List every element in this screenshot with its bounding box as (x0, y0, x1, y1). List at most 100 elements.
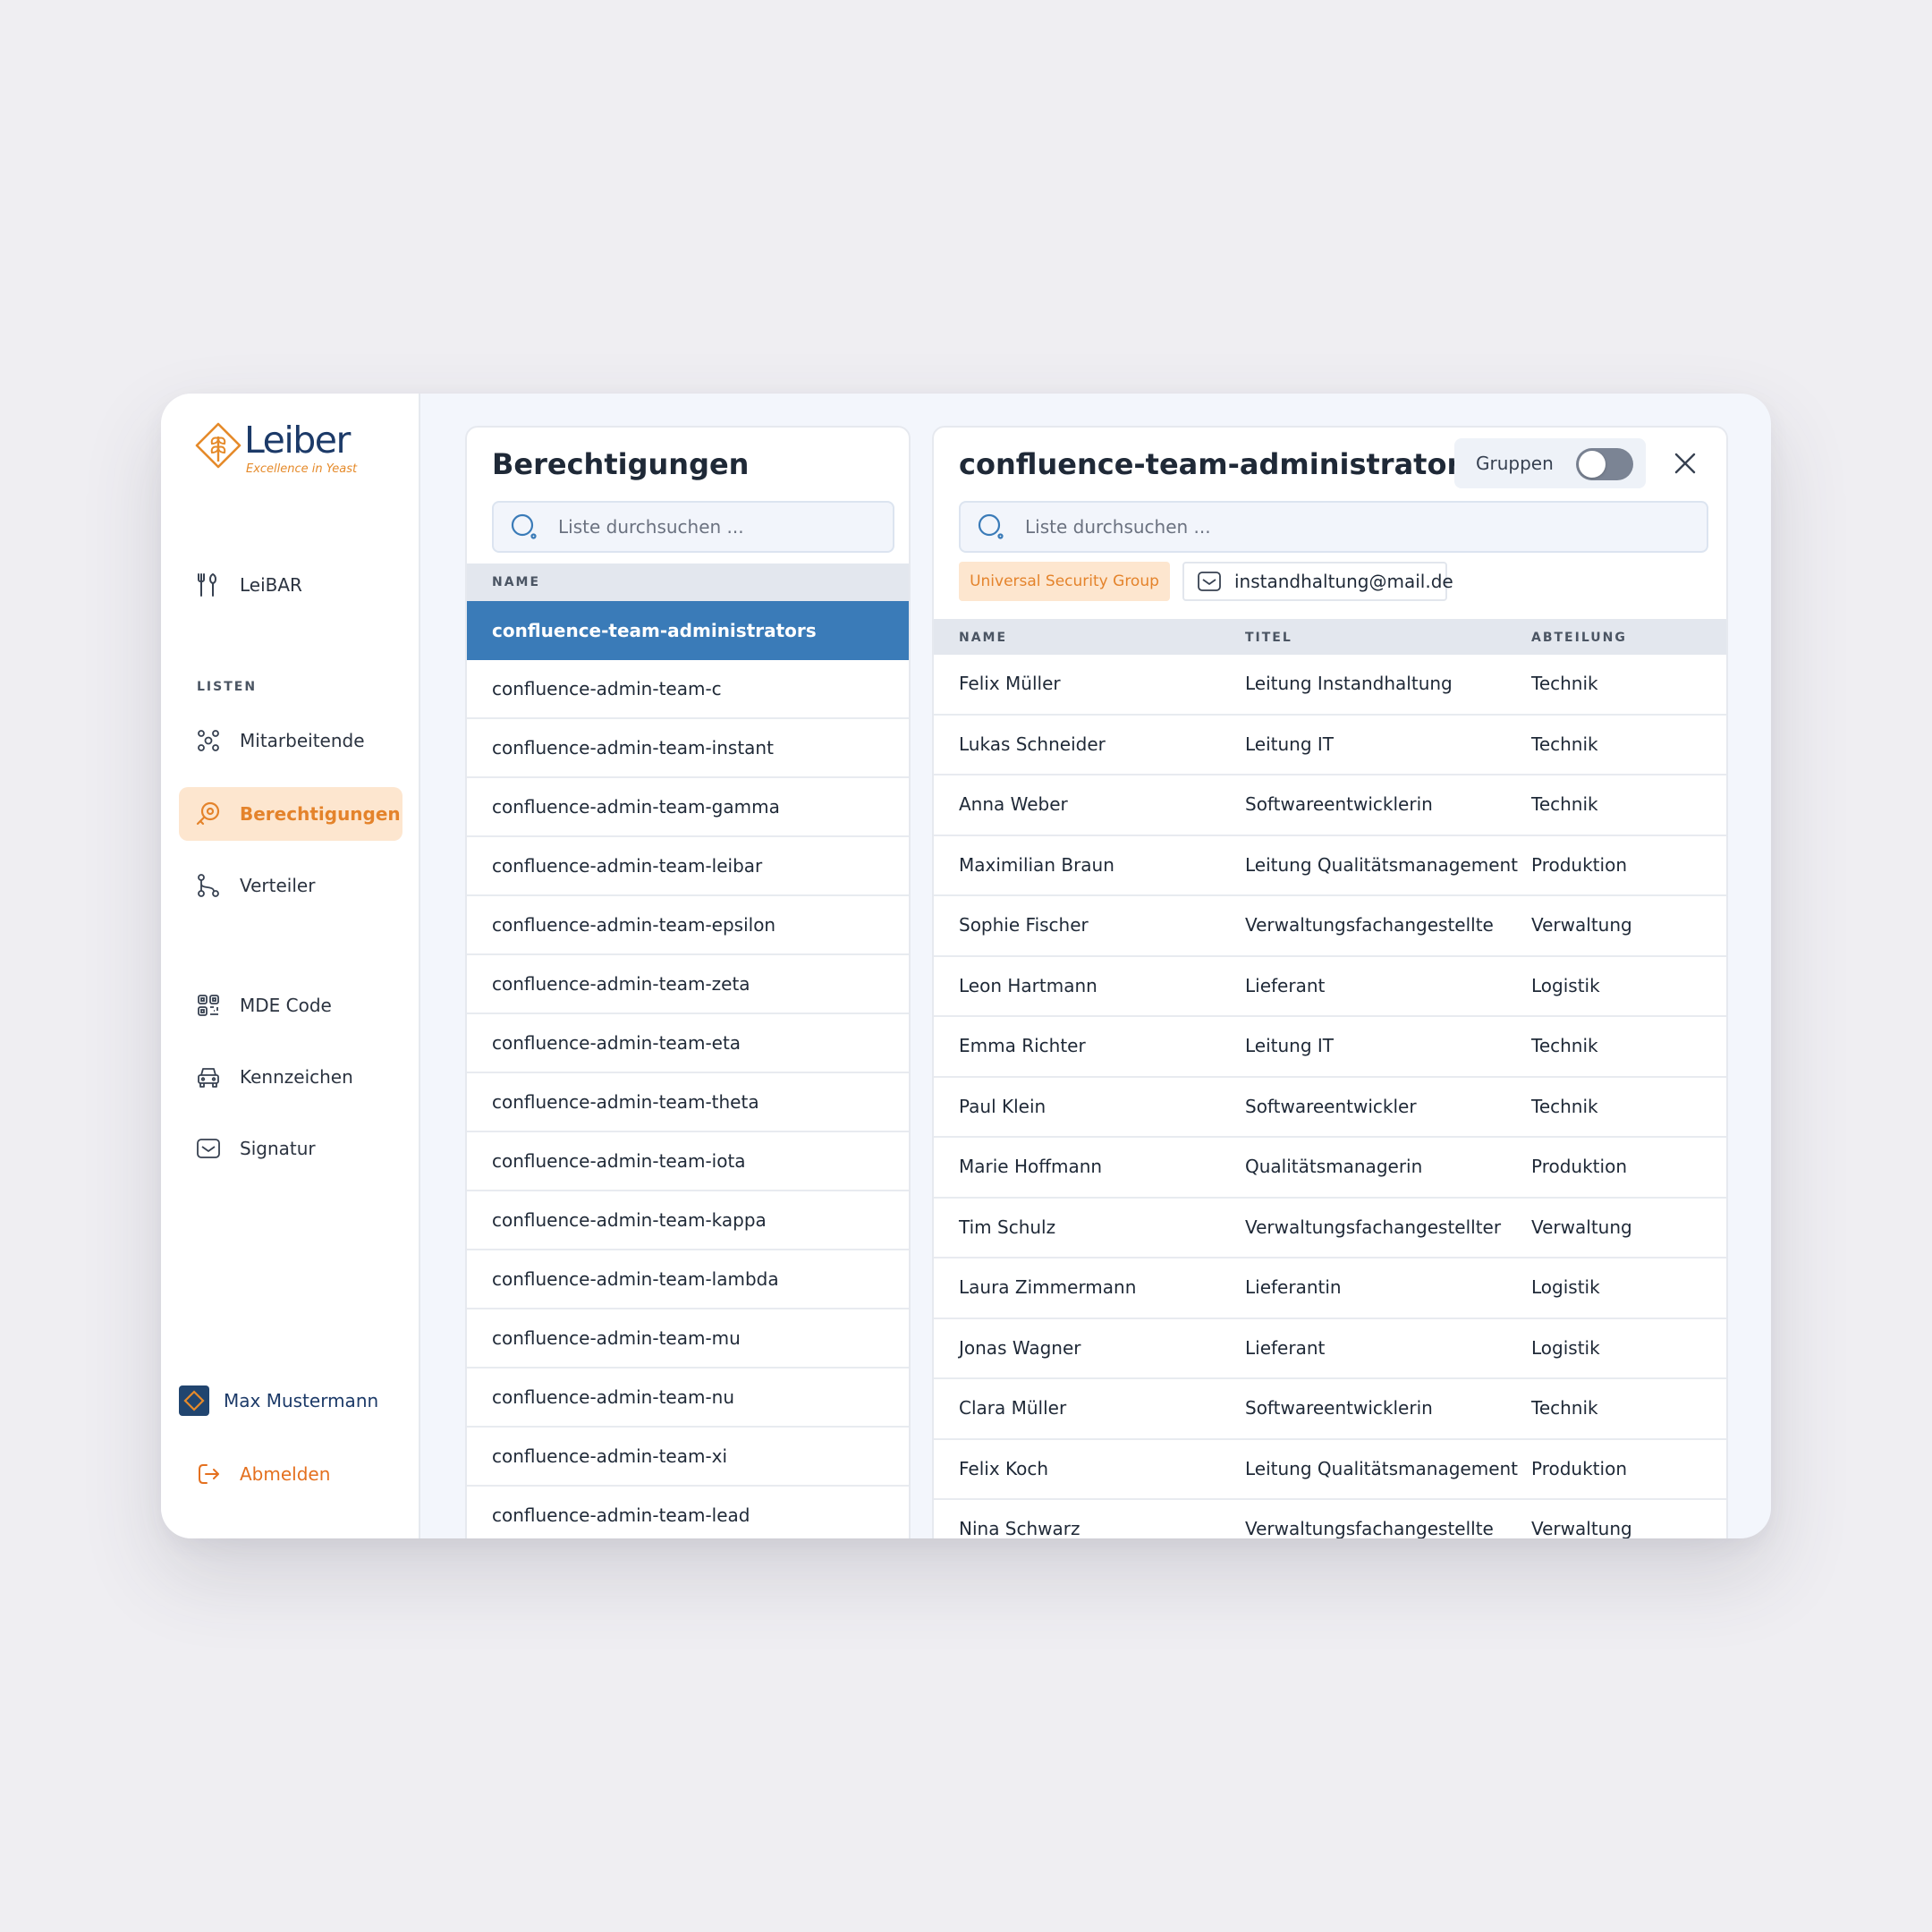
cell-abteilung: Verwaltung (1531, 914, 1632, 936)
list-item[interactable]: confluence-admin-team-epsilon (467, 896, 909, 955)
leiber-logo-icon (195, 422, 242, 469)
list-item[interactable]: confluence-admin-team-theta (467, 1073, 909, 1132)
permissions-search[interactable] (492, 501, 894, 553)
list-item[interactable]: confluence-admin-team-xi (467, 1428, 909, 1487)
table-row[interactable]: Jonas Wagner Lieferant Logistik (934, 1319, 1726, 1379)
toggle-switch[interactable] (1576, 448, 1633, 480)
sidebar-item-label: MDE Code (240, 995, 332, 1016)
list-item[interactable]: confluence-admin-team-zeta (467, 955, 909, 1014)
cell-titel: Leitung Qualitätsmanagement (1245, 853, 1519, 876)
cell-titel: Lieferant (1245, 974, 1326, 996)
list-item[interactable]: confluence-admin-team-nu (467, 1368, 909, 1428)
table-row[interactable]: Sophie Fischer Verwaltungsfachangestellte… (934, 896, 1726, 957)
cell-name: Anna Weber (959, 793, 1068, 815)
table-row[interactable]: Nina Schwarz Verwaltungsfachangestellte Ve… (934, 1500, 1726, 1538)
mail-icon (1197, 569, 1222, 594)
email-chip[interactable]: instandhaltung@mail.de (1182, 562, 1453, 601)
cell-titel: Verwaltungsfachangestellte (1245, 1518, 1494, 1538)
cell-name: Maximilian Braun (959, 853, 1114, 876)
panel-title: Berechtigungen (492, 447, 750, 481)
list-item[interactable]: confluence-team-administrators (467, 601, 909, 660)
list-item[interactable]: confluence-admin-team-mu (467, 1309, 909, 1368)
table-row[interactable]: Tim Schulz Verwaltungsfachangestellter Ver… (934, 1199, 1726, 1258)
list-item[interactable]: confluence-admin-team-lead (467, 1487, 909, 1538)
sidebar-item-mitarbeitende[interactable]: Mitarbeitende (179, 714, 402, 767)
table-row[interactable]: Emma Richter Leitung IT Technik (934, 1017, 1726, 1078)
search-icon (510, 512, 540, 542)
list-item[interactable]: confluence-admin-team-kappa (467, 1191, 909, 1250)
cell-titel: Leitung IT (1245, 1035, 1335, 1056)
sidebar-item-signatur[interactable]: Signatur (179, 1122, 402, 1175)
leiber-logo[interactable]: Leiber Excellence in Yeast (195, 419, 410, 487)
sidebar-item-verteiler[interactable]: Verteiler (179, 859, 402, 912)
close-icon (1674, 453, 1696, 474)
column-header-abteilung: ABTEILUNG (1531, 631, 1627, 645)
list-item[interactable]: confluence-admin-team-lambda (467, 1250, 909, 1309)
table-row[interactable]: Felix Koch Leitung Qualitätsmanagement Pro… (934, 1440, 1726, 1500)
cell-abteilung: Technik (1531, 1397, 1598, 1419)
cell-titel: Softwareentwicklerin (1245, 793, 1433, 815)
group-title: confluence-team-administrators (959, 447, 1479, 481)
cell-titel: Verwaltungsfachangestellter (1245, 1216, 1502, 1238)
cell-abteilung: Technik (1531, 733, 1598, 755)
cell-abteilung: Logistik (1531, 974, 1600, 996)
sidebar: Leiber Excellence in Yeast LeiBAR LISTEN… (161, 394, 420, 1538)
cell-abteilung: Technik (1531, 1095, 1598, 1117)
table-row[interactable]: Paul Klein Softwareentwickler Technik (934, 1078, 1726, 1138)
list-item[interactable]: confluence-admin-team-gamma (467, 778, 909, 837)
search-input[interactable] (1023, 515, 1707, 538)
table-row[interactable]: Marie Hoffmann Qualitätsmanagerin Produkti… (934, 1138, 1726, 1199)
branch-icon (195, 872, 222, 899)
logout-button[interactable]: Abmelden (179, 1447, 402, 1501)
sidebar-item-mde-code[interactable]: MDE Code (179, 979, 402, 1032)
list-item[interactable]: confluence-admin-team-eta (467, 1014, 909, 1073)
logo-tagline: Excellence in Yeast (246, 462, 358, 476)
cell-abteilung: Produktion (1531, 853, 1627, 876)
cell-name: Laura Zimmermann (959, 1276, 1137, 1298)
table-row[interactable]: Lukas Schneider Leitung IT Technik (934, 716, 1726, 775)
sidebar-item-leibar[interactable]: LeiBAR (179, 558, 402, 612)
list-item[interactable]: confluence-admin-team-instant (467, 719, 909, 778)
close-button[interactable] (1669, 447, 1701, 479)
groups-toggle[interactable]: Gruppen (1454, 438, 1646, 488)
sidebar-item-label: Berechtigungen (240, 803, 401, 825)
table-row[interactable]: Anna Weber Softwareentwicklerin Technik (934, 775, 1726, 836)
user-profile[interactable]: Max Mustermann (161, 1374, 385, 1428)
cell-name: Sophie Fischer (959, 914, 1089, 936)
list-item[interactable]: confluence-admin-team-leibar (467, 837, 909, 896)
list-item[interactable]: confluence-admin-team-iota (467, 1132, 909, 1191)
column-header-name: NAME (959, 631, 1008, 645)
sidebar-item-kennzeichen[interactable]: Kennzeichen (179, 1050, 402, 1104)
table-row[interactable]: Maximilian Braun Leitung Qualitätsmanagem… (934, 836, 1726, 896)
avatar (179, 1385, 209, 1416)
permissions-panel: Berechtigungen NAME confluence-team-admi… (465, 426, 911, 1538)
cell-name: Emma Richter (959, 1035, 1086, 1056)
table-row[interactable]: Felix Müller Leitung Instandhaltung Techni… (934, 655, 1726, 716)
permissions-list: confluence-team-administrators confluenc… (467, 601, 909, 1538)
list-item[interactable]: confluence-admin-team-c (467, 660, 909, 719)
cell-name: Jonas Wagner (959, 1336, 1081, 1359)
group-detail-panel: confluence-team-administrators Gruppen U… (932, 426, 1728, 1538)
table-row[interactable]: Leon Hartmann Lieferant Logistik (934, 957, 1726, 1017)
search-icon (977, 512, 1007, 542)
members-search[interactable] (959, 501, 1708, 553)
search-input[interactable] (556, 515, 893, 538)
cell-titel: Qualitätsmanagerin (1245, 1156, 1423, 1177)
qr-code-icon (195, 992, 222, 1019)
cell-abteilung: Logistik (1531, 1336, 1600, 1359)
app-window: Leiber Excellence in Yeast LeiBAR LISTEN… (161, 394, 1771, 1538)
cell-titel: Leitung IT (1245, 733, 1335, 755)
table-row[interactable]: Clara Müller Softwareentwicklerin Technik (934, 1379, 1726, 1440)
people-icon (195, 727, 222, 754)
members-table: Felix Müller Leitung Instandhaltung Techni… (934, 655, 1726, 1538)
cell-titel: Leitung Qualitätsmanagement (1245, 1457, 1519, 1479)
cell-abteilung: Logistik (1531, 1276, 1600, 1298)
column-header-name: NAME (492, 575, 541, 589)
logout-label: Abmelden (240, 1463, 331, 1485)
toggle-knob (1579, 451, 1606, 478)
cell-abteilung: Verwaltung (1531, 1216, 1632, 1238)
sidebar-item-berechtigungen[interactable]: Berechtigungen (179, 787, 402, 841)
table-row[interactable]: Laura Zimmermann Lieferantin Logistik (934, 1258, 1726, 1319)
cell-abteilung: Verwaltung (1531, 1518, 1632, 1538)
table-header: NAME (467, 564, 909, 601)
